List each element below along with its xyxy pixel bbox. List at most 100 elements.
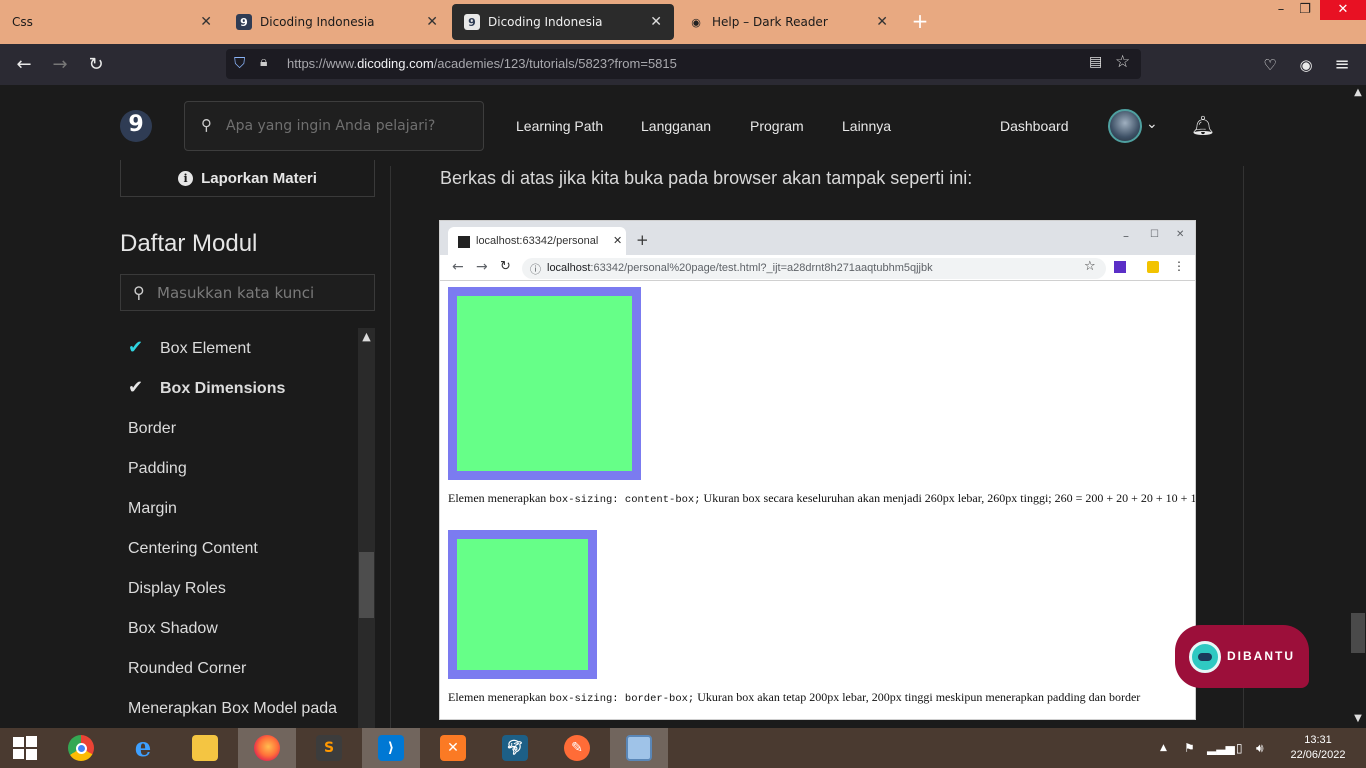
lock-icon[interactable]: 🔒︎ <box>260 54 267 70</box>
module-item-display-roles[interactable]: Display Roles <box>128 580 226 598</box>
close-tab-icon[interactable]: ✕ <box>200 14 212 30</box>
file-explorer-icon[interactable] <box>176 728 234 768</box>
chrome-icon[interactable] <box>52 728 110 768</box>
chevron-down-icon[interactable]: ⌄ <box>1146 116 1158 132</box>
browser-tab-dicoding-active[interactable]: 9 Dicoding Indonesia ✕ <box>452 4 674 40</box>
dibantu-chat-button[interactable]: DIBANTU <box>1175 625 1309 688</box>
shield-icon[interactable]: ⛉ <box>234 54 245 72</box>
firefox-icon[interactable] <box>238 728 296 768</box>
module-item-centering-content[interactable]: Centering Content <box>128 540 258 558</box>
browser-tab-dark-reader[interactable]: ◉ Help – Dark Reader ✕ <box>676 0 900 44</box>
maximize-icon[interactable]: ❐ <box>1290 0 1320 20</box>
avatar[interactable] <box>1108 109 1142 143</box>
check-icon: ✔ <box>128 377 144 398</box>
tab-title: Help – Dark Reader <box>712 15 828 29</box>
new-tab-icon[interactable]: + <box>908 10 932 34</box>
report-material-button[interactable]: i Laporkan Materi <box>120 160 375 197</box>
menu-hamburger-icon[interactable]: ≡ <box>1329 52 1355 78</box>
module-item-box-dimensions[interactable]: Box Dimensions <box>160 380 285 398</box>
reload-icon[interactable]: ↻ <box>83 52 109 78</box>
page-scrollbar[interactable]: ▲ ▼ <box>1350 85 1366 728</box>
module-item-border[interactable]: Border <box>128 420 176 438</box>
internet-explorer-icon[interactable]: e <box>114 728 172 768</box>
forward-icon[interactable]: → <box>47 52 73 78</box>
content-paragraph: Berkas di atas jika kita buka pada brows… <box>440 168 973 188</box>
url-text: https://www.dicoding.com/academies/123/t… <box>287 56 677 71</box>
close-tab-icon[interactable]: ✕ <box>650 14 662 30</box>
scroll-down-icon[interactable]: ▼ <box>1350 713 1366 727</box>
reader-view-icon[interactable]: ▤ <box>1089 54 1102 70</box>
browser-tab-dicoding-1[interactable]: 9 Dicoding Indonesia ✕ <box>224 0 450 44</box>
search-placeholder: Apa yang ingin Anda pelajari? <box>226 118 436 134</box>
tab-title: Css <box>12 15 33 29</box>
window-close-icon[interactable]: ✕ <box>1320 0 1366 20</box>
control-panel-icon[interactable] <box>610 728 668 768</box>
windows-start-icon[interactable] <box>0 728 50 768</box>
postman-icon[interactable]: ✎ <box>548 728 606 768</box>
scrollbar-thumb[interactable] <box>1351 613 1365 653</box>
sidebar-scrollbar[interactable]: ▲ <box>358 328 375 728</box>
module-item-margin[interactable]: Margin <box>128 500 177 518</box>
module-item-box-model[interactable]: Menerapkan Box Model pada <box>128 700 337 718</box>
dark-reader-icon[interactable]: ◉ <box>1293 52 1319 78</box>
dicoding-favicon-icon: 9 <box>236 14 252 30</box>
close-tab-icon[interactable]: ✕ <box>426 14 438 30</box>
dashboard-link[interactable]: Dashboard <box>1000 118 1069 134</box>
menu-lainnya[interactable]: Lainnya <box>842 118 891 134</box>
border-box-example <box>448 530 597 679</box>
maximize-icon: ☐ <box>1150 229 1159 240</box>
battery-icon[interactable]: ▯ <box>1236 728 1243 768</box>
bookmark-star-icon[interactable]: ☆ <box>1115 52 1130 72</box>
module-search-input[interactable]: ⚲ Masukkan kata kunci <box>120 274 375 311</box>
mysql-workbench-icon[interactable]: 🐬︎ <box>486 728 544 768</box>
scroll-up-icon[interactable]: ▲ <box>358 328 375 346</box>
content-box-example <box>448 287 641 480</box>
system-clock[interactable]: 13:31 22/06/2022 <box>1288 733 1348 763</box>
menu-program[interactable]: Program <box>750 118 804 134</box>
extension-icon <box>1114 261 1126 273</box>
close-tab-icon[interactable]: ✕ <box>876 14 888 30</box>
volume-icon[interactable]: 🔊︎ <box>1256 728 1264 768</box>
screenshot-address-bar: ← → ↻ ⓘ localhost:63342/personal%20page/… <box>440 255 1195 281</box>
search-icon: ⚲ <box>201 116 212 134</box>
network-flag-icon[interactable]: ⚑ <box>1184 728 1195 768</box>
close-icon: ✕ <box>613 235 623 247</box>
menu-learning-path[interactable]: Learning Path <box>516 118 603 134</box>
module-list-title: Daftar Modul <box>120 230 258 257</box>
url-bar[interactable]: ⛉ 🔒︎ https://www.dicoding.com/academies/… <box>226 49 1141 79</box>
scrollbar-thumb[interactable] <box>359 552 374 618</box>
screenshot-tab-title: localhost:63342/personal <box>476 235 599 247</box>
pocket-icon[interactable]: ♡ <box>1257 52 1283 78</box>
module-item-box-shadow[interactable]: Box Shadow <box>128 620 218 638</box>
screenshot-chrome-bar: localhost:63342/personal ✕ + – ☐ ✕ ← → ↻… <box>440 221 1195 281</box>
dark-reader-favicon-icon: ◉ <box>691 15 701 29</box>
webstorm-favicon-icon <box>458 236 470 248</box>
caption-border-box: Elemen menerapkan box-sizing: border-box… <box>448 690 1141 705</box>
module-item-rounded-corner[interactable]: Rounded Corner <box>128 660 246 678</box>
star-icon: ☆ <box>1084 259 1096 274</box>
check-icon: ✔ <box>128 337 144 358</box>
report-label: Laporkan Materi <box>201 169 317 187</box>
more-icon: ⋮ <box>1173 259 1185 273</box>
module-item-box-element[interactable]: Box Element <box>160 340 251 358</box>
scroll-up-icon[interactable]: ▲ <box>1350 87 1366 101</box>
screenshot-tab: localhost:63342/personal ✕ <box>448 227 626 257</box>
tab-title: Dicoding Indonesia <box>488 15 603 29</box>
module-item-padding[interactable]: Padding <box>128 460 187 478</box>
wifi-signal-icon[interactable]: ▂▃▅ <box>1207 728 1235 768</box>
dicoding-logo[interactable]: 9 <box>120 110 152 142</box>
caption-content-box: Elemen menerapkan box-sizing: content-bo… <box>448 491 1196 506</box>
bell-icon[interactable]: 🔔︎ <box>1191 114 1215 137</box>
windows-taskbar: e S ⟩ ✕ 🐬︎ ✎ ▲ ⚑ ▂▃▅ ▯ 🔊︎ 13:31 22/06/20… <box>0 728 1366 768</box>
tab-title: Dicoding Indonesia <box>260 15 375 29</box>
menu-langganan[interactable]: Langganan <box>641 118 711 134</box>
vscode-icon[interactable]: ⟩ <box>362 728 420 768</box>
site-search-input[interactable]: ⚲ Apa yang ingin Anda pelajari? <box>184 101 484 151</box>
back-icon[interactable]: ← <box>11 52 37 78</box>
sublime-text-icon[interactable]: S <box>300 728 358 768</box>
close-icon: ✕ <box>1176 229 1185 240</box>
tray-chevron-up-icon[interactable]: ▲ <box>1160 728 1167 768</box>
xampp-icon[interactable]: ✕ <box>424 728 482 768</box>
browser-tab-css[interactable]: Css ✕ <box>0 0 224 44</box>
browser-tab-strip: Css ✕ 9 Dicoding Indonesia ✕ 9 Dicoding … <box>0 0 1366 44</box>
